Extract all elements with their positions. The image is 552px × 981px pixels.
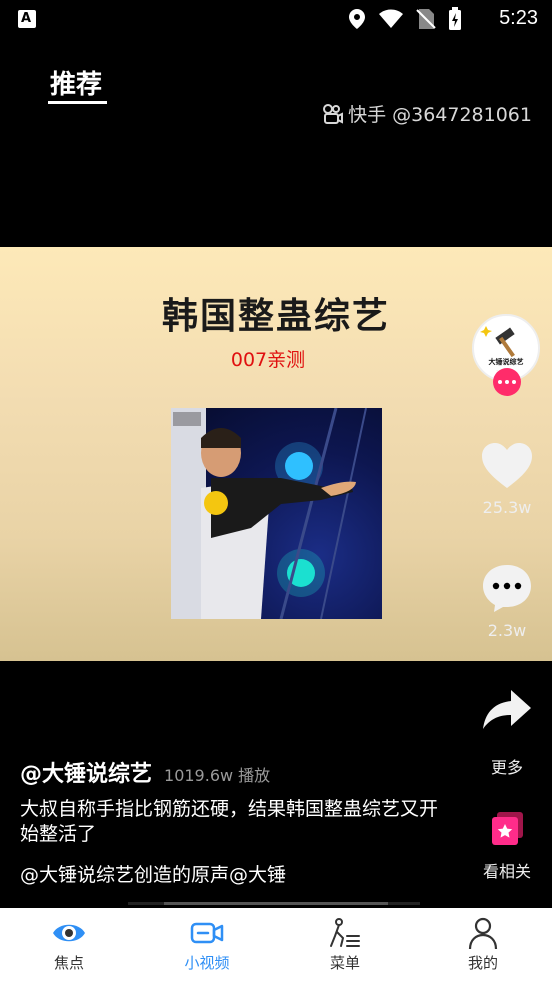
- status-time: 5:23: [499, 7, 538, 29]
- kuaishou-watermark: 快手 @3647281061: [322, 100, 532, 127]
- video-still-image: [171, 408, 382, 619]
- music-credit[interactable]: @大锤说综艺创造的原声@大锤: [20, 860, 286, 887]
- tab-recommend[interactable]: 推荐: [50, 64, 102, 101]
- more-button[interactable]: 更多: [467, 688, 547, 778]
- video-progress-fill: [164, 902, 388, 905]
- kuaishou-logo-icon: [323, 103, 344, 124]
- video-subtitle: 007亲测: [230, 349, 306, 371]
- like-button[interactable]: 25.3w: [467, 442, 547, 517]
- bottom-nav: 焦点 小视频 菜单 我的: [0, 908, 552, 981]
- wifi-icon: [379, 9, 403, 28]
- heart-icon: [482, 443, 532, 488]
- eye-icon: [53, 924, 85, 942]
- related-videos-icon: [492, 812, 523, 845]
- nav-item-mine[interactable]: 我的: [414, 908, 552, 981]
- avatar-text: 大锤说综艺: [489, 357, 524, 366]
- follow-more-button[interactable]: [493, 368, 521, 396]
- video-description: 大叔自称手指比钢筋还硬，结果韩国整蛊综艺又开始整活了: [20, 798, 439, 845]
- no-sim-icon: [416, 9, 436, 29]
- battery-charging-icon: [449, 7, 461, 30]
- watermark-text: 快手 @3647281061: [348, 104, 532, 126]
- author-name[interactable]: @大锤说综艺: [20, 756, 152, 788]
- nav-label-menu: 菜单: [329, 954, 360, 972]
- nav-label-mine: 我的: [467, 954, 498, 972]
- status-bar: A 5:23: [0, 0, 552, 38]
- comment-bubble-icon: [483, 565, 531, 612]
- app-notification-icon: A: [18, 10, 36, 28]
- related-label: 看相关: [482, 862, 531, 881]
- nav-item-short-video[interactable]: 小视频: [138, 908, 276, 981]
- more-label: 更多: [490, 758, 523, 777]
- comment-button[interactable]: 2.3w: [467, 563, 547, 640]
- nav-label-short-video: 小视频: [184, 954, 230, 972]
- user-icon: [468, 917, 498, 950]
- video-camera-icon: [190, 922, 224, 944]
- comment-count: 2.3w: [487, 621, 527, 640]
- nav-item-menu[interactable]: 菜单: [276, 908, 414, 981]
- status-icons: [348, 7, 462, 31]
- video-progress-bar[interactable]: [128, 902, 420, 905]
- nav-item-focus[interactable]: 焦点: [0, 908, 138, 981]
- share-arrow-icon: [483, 690, 531, 729]
- menu-list-icon: [330, 918, 360, 947]
- like-count: 25.3w: [482, 498, 532, 517]
- play-count: 1019.6w 播放: [164, 766, 271, 785]
- author-line: @大锤说综艺 1019.6w 播放: [20, 756, 270, 788]
- video-title: 韩国整蛊综艺: [161, 296, 390, 337]
- nav-label-focus: 焦点: [53, 954, 84, 972]
- related-button[interactable]: 看相关: [467, 810, 547, 882]
- tab-underline: [48, 101, 107, 104]
- location-icon: [349, 9, 365, 29]
